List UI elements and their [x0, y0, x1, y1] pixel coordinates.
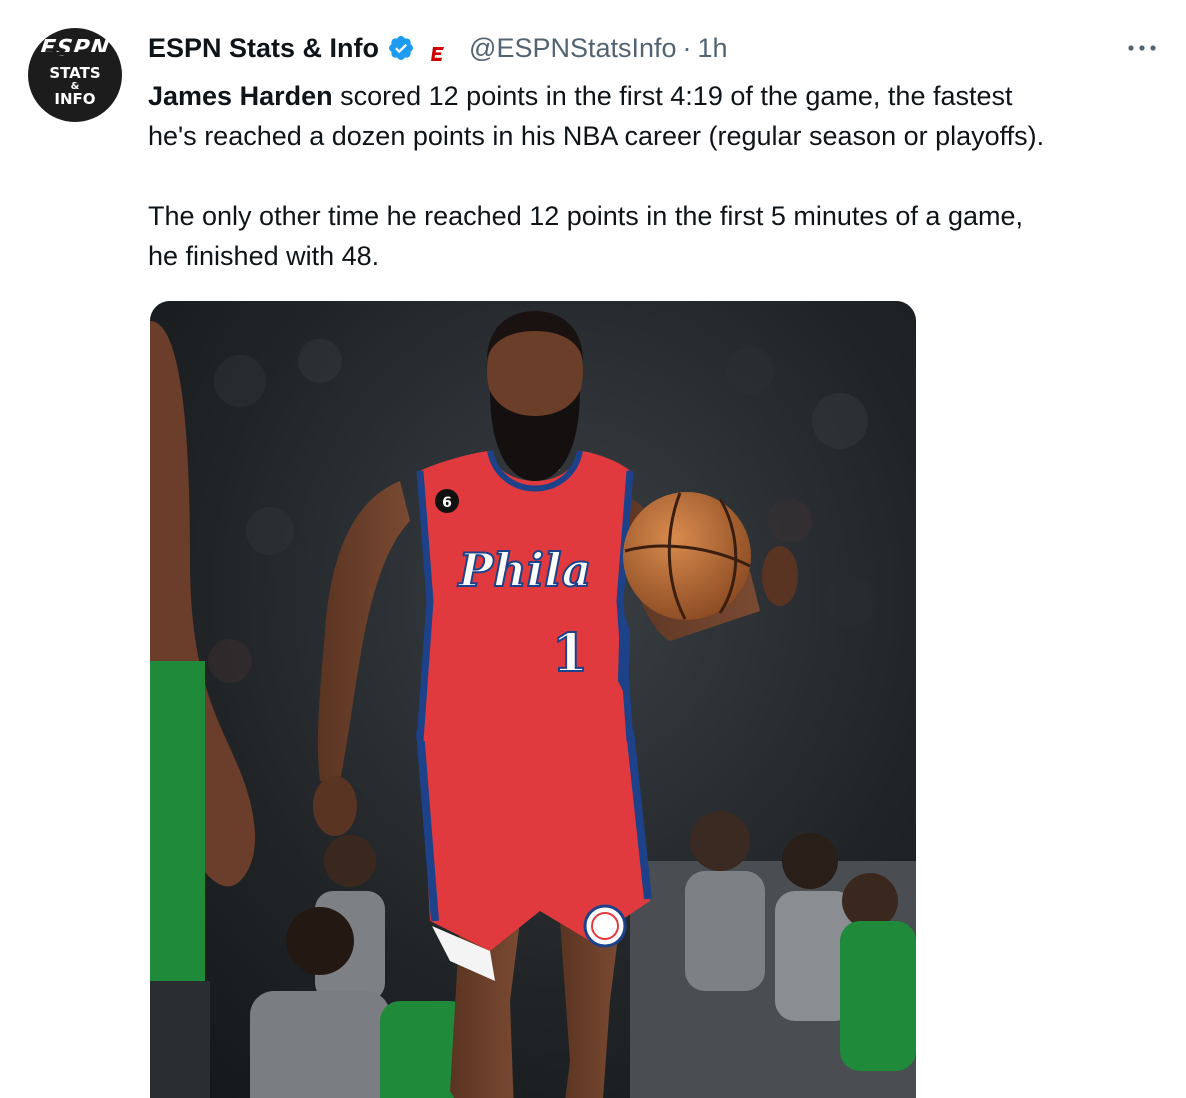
tweet-text-fragment: scored 12 points in the first 4:19 of th… — [332, 81, 1013, 111]
tweet-text-line: he finished with 48. — [148, 241, 380, 271]
photo-illustration: Phila 1 6 — [150, 301, 916, 1098]
patch-badge: 6 — [435, 489, 459, 513]
patch-number: 6 — [442, 495, 452, 511]
verified-badge-icon — [387, 34, 415, 62]
tweet-text: James Harden scored 12 points in the fir… — [148, 76, 1168, 276]
avatar-stats-text: STATS — [49, 64, 101, 82]
more-options-icon[interactable] — [1126, 38, 1158, 58]
avatar-info-text: INFO — [54, 90, 96, 108]
mention-link[interactable]: James Harden — [148, 81, 333, 111]
sixers-logo-icon — [583, 904, 627, 948]
meta-separator: · — [682, 32, 692, 63]
jersey-number: 1 — [552, 623, 588, 684]
author-display-name[interactable]: ESPN Stats & Info — [148, 33, 379, 64]
tweet-card: ESPN STATS & INFO ESPN Stats & Info @ESP… — [0, 0, 1186, 1098]
tweet-timestamp[interactable]: 1h — [698, 33, 728, 64]
author-avatar[interactable]: ESPN STATS & INFO — [28, 28, 122, 122]
espn-affiliate-icon[interactable] — [429, 39, 448, 63]
tweet-header: ESPN Stats & Info @ESPNStatsInfo · 1h — [148, 28, 728, 68]
jersey-wordmark: Phila — [457, 543, 592, 597]
avatar-logo-stripe — [34, 52, 116, 55]
tweet-photo[interactable]: Phila 1 6 — [150, 301, 916, 1098]
avatar-logo-text: ESPN — [38, 36, 112, 61]
author-handle[interactable]: @ESPNStatsInfo — [469, 33, 677, 64]
tweet-text-line: he's reached a dozen points in his NBA c… — [148, 121, 1045, 151]
tweet-text-line: James Harden scored 12 points in the fir… — [148, 76, 1168, 116]
tweet-text-line: The only other time he reached 12 points… — [148, 201, 1023, 231]
